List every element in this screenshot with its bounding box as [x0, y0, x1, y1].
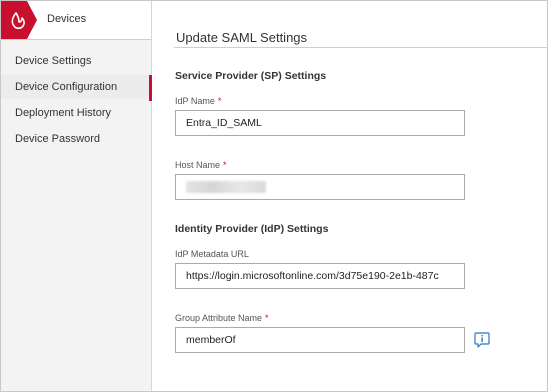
flame-logo-icon: [1, 1, 37, 39]
info-icon[interactable]: [473, 331, 491, 349]
sidebar-item-deployment-history[interactable]: Deployment History: [1, 101, 151, 125]
host-name-input[interactable]: [175, 174, 465, 200]
idp-name-label: IdP Name *: [175, 96, 221, 106]
sidebar: Devices Device Settings Device Configura…: [1, 1, 152, 391]
idp-name-input[interactable]: Entra_ID_SAML: [175, 110, 465, 136]
window-frame: Devices Device Settings Device Configura…: [0, 0, 548, 392]
metadata-url-label: IdP Metadata URL: [175, 249, 249, 259]
idp-section-heading: Identity Provider (IdP) Settings: [175, 223, 329, 235]
page-title: Update SAML Settings: [176, 30, 308, 45]
main-content: Update SAML Settings Service Provider (S…: [152, 1, 548, 391]
idp-name-label-text: IdP Name: [175, 96, 215, 106]
brand-title: Devices: [47, 13, 87, 25]
sidebar-item-device-configuration[interactable]: Device Configuration: [1, 75, 152, 101]
group-attribute-input[interactable]: memberOf: [175, 327, 465, 353]
required-marker: *: [223, 160, 227, 170]
host-name-label-text: Host Name: [175, 160, 221, 170]
host-name-label: Host Name *: [175, 160, 227, 170]
redacted-value: [186, 181, 266, 193]
required-marker: *: [265, 313, 269, 323]
title-divider: [174, 47, 548, 48]
sidebar-item-device-settings[interactable]: Device Settings: [1, 49, 151, 73]
brand-header: Devices: [1, 1, 151, 40]
sp-section-heading: Service Provider (SP) Settings: [175, 70, 327, 82]
required-marker: *: [217, 96, 222, 106]
group-attribute-label-text: Group Attribute Name: [175, 313, 263, 323]
group-attribute-label: Group Attribute Name *: [175, 313, 269, 323]
metadata-url-input[interactable]: https://login.microsoftonline.com/3d75e1…: [175, 263, 465, 289]
sidebar-item-device-password[interactable]: Device Password: [1, 127, 151, 151]
